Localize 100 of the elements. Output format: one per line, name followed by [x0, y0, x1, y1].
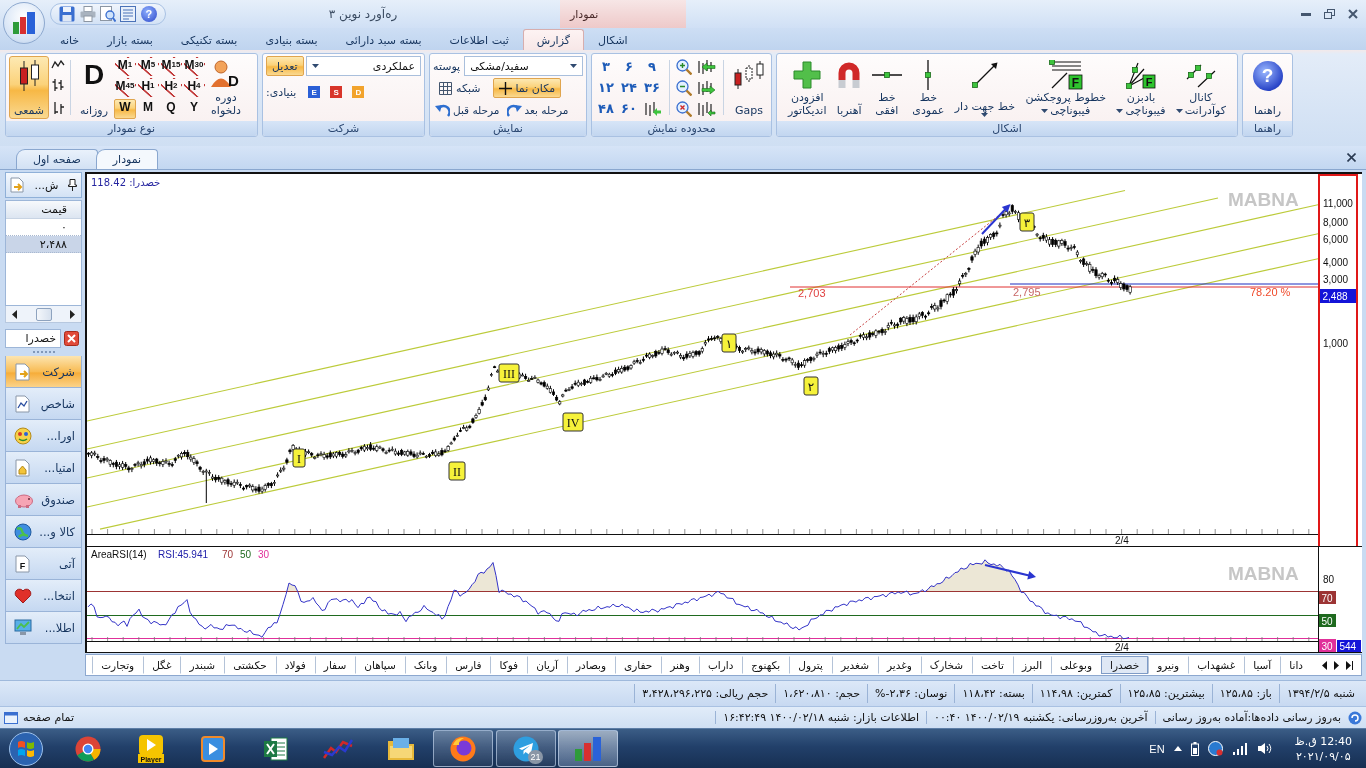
range-button[interactable]: ۶۰ — [618, 98, 640, 119]
range-bars-icon[interactable] — [643, 100, 661, 117]
caret-icon[interactable] — [1116, 108, 1124, 113]
range-button[interactable]: ۳ — [595, 56, 617, 77]
symbol-tab[interactable]: فولاد — [275, 656, 315, 674]
caret-icon[interactable] — [981, 113, 989, 117]
symbol-tab[interactable]: تاخت — [972, 656, 1013, 674]
ohlc-bars-icon[interactable] — [51, 78, 65, 93]
period-button[interactable]: Y — [183, 98, 205, 119]
symbol-tab[interactable]: وبانک — [404, 656, 447, 674]
adjust-button[interactable]: تعدیل — [266, 56, 304, 76]
print-icon[interactable] — [79, 6, 96, 22]
ribbon-tab[interactable]: گزارش — [522, 29, 584, 50]
range-button[interactable]: ۶ — [618, 56, 640, 77]
fullscreen-label[interactable]: تمام صفحه — [23, 711, 74, 724]
line-chart-icon[interactable] — [51, 60, 65, 71]
drawing-tool-button[interactable]: خط افقی — [868, 56, 905, 119]
symbol-tab[interactable]: وبوعلی — [1051, 656, 1102, 674]
zoom-reset-icon[interactable] — [676, 100, 692, 117]
print-preview-icon[interactable] — [99, 6, 116, 22]
drawing-tool-button[interactable]: خط جهت دار — [951, 56, 1018, 119]
range-button[interactable]: ۲۴ — [618, 77, 640, 98]
nav-button[interactable]: شاخص — [5, 388, 82, 420]
symbol-tab[interactable]: پترول — [789, 656, 832, 674]
symbol-tab[interactable]: البرز — [1012, 656, 1052, 674]
symbol-tab[interactable]: وهنر — [661, 656, 699, 674]
nav-button[interactable]: صندوق — [5, 484, 82, 516]
scroll-left-icon[interactable] — [12, 309, 17, 319]
pin-icon[interactable] — [68, 179, 77, 191]
close-icon[interactable] — [1347, 153, 1356, 162]
drawing-tool-button[interactable]: خط عمودی — [909, 56, 948, 119]
save-icon[interactable] — [59, 6, 76, 22]
report-type-select[interactable]: عملکردی — [305, 56, 421, 76]
symbol-tab[interactable]: سفار — [314, 656, 356, 674]
caret-icon[interactable] — [311, 64, 319, 68]
restore-icon[interactable] — [1324, 9, 1335, 19]
zoom-in-icon[interactable] — [676, 58, 692, 75]
symbol-search-field[interactable]: خصدرا — [5, 329, 61, 348]
candlestick-chart-button[interactable]: شمعی — [9, 56, 49, 119]
symbol-tab[interactable]: فوکا — [490, 656, 528, 674]
range-button[interactable]: ۱۲ — [595, 77, 617, 98]
drawing-tool-button[interactable]: کانال کوآدرانت — [1172, 56, 1229, 119]
symbol-tab[interactable]: شبندر — [180, 656, 225, 674]
application-button[interactable] — [3, 2, 45, 44]
drawing-tool-button[interactable]: افزودن اندیکاتور — [785, 56, 830, 119]
caret-icon[interactable] — [1041, 108, 1049, 113]
scroll-forward-icon[interactable] — [696, 79, 716, 96]
symbol-tab[interactable]: وبصادر — [566, 656, 615, 674]
ribbon-tab[interactable]: بسته تکنیکی — [166, 29, 252, 50]
grid-toggle[interactable]: شبکه — [433, 78, 487, 98]
symbol-tab[interactable]: وتجارت — [92, 656, 144, 674]
symbol-tab[interactable]: دانا — [1280, 656, 1312, 674]
clock[interactable]: 12:40 ق.ظ ۲۰۲۱/۰۹/۰۵ — [1294, 733, 1352, 764]
ribbon-tab[interactable]: خانه — [46, 29, 94, 50]
range-button[interactable]: ۳۶ — [641, 77, 663, 98]
nav-button[interactable]: انتخا... — [5, 580, 82, 612]
ribbon-tab[interactable]: ثبت اطلاعات — [435, 29, 523, 50]
scroll-right-icon[interactable] — [70, 309, 75, 319]
nav-button[interactable]: امتیا... — [5, 452, 82, 484]
horizontal-scrollbar[interactable] — [5, 306, 82, 323]
symbol-tab[interactable]: خصدرا — [1101, 656, 1149, 674]
cursor-toggle[interactable]: مکان نما — [492, 78, 562, 98]
gaps-button[interactable]: Gaps — [730, 56, 768, 119]
minimize-icon[interactable] — [1301, 12, 1311, 16]
language-indicator[interactable]: EN — [1149, 742, 1165, 755]
symbol-tab[interactable]: غگل — [143, 656, 181, 674]
period-button[interactable]: W — [114, 98, 136, 119]
range-button[interactable]: ۹ — [641, 56, 663, 77]
symbol-tab[interactable]: وغدیر — [877, 656, 921, 674]
document-tab[interactable]: صفحه اول — [16, 149, 98, 169]
scroll-right-icon[interactable] — [1334, 660, 1339, 670]
ribbon-tab[interactable]: بسته بازار — [93, 29, 167, 50]
nav-button[interactable]: شرکت — [5, 356, 82, 388]
symbol-tab[interactable]: شخارک — [920, 656, 972, 674]
nav-button[interactable]: اورا... — [5, 420, 82, 452]
symbol-tab[interactable]: بکهنوج — [742, 656, 790, 674]
fit-bars-icon[interactable] — [696, 100, 716, 117]
close-icon[interactable] — [1348, 9, 1358, 19]
symbol-tab[interactable]: فارس — [446, 656, 491, 674]
scroll-left-icon[interactable] — [1322, 660, 1327, 670]
show-hidden-icons-icon[interactable] — [1173, 746, 1182, 751]
nav-button[interactable]: اطلا... — [5, 612, 82, 644]
symbol-tab[interactable]: شغدیر — [831, 656, 878, 674]
speaker-icon[interactable] — [1256, 742, 1272, 755]
ribbon-tab[interactable]: اشکال — [583, 29, 642, 50]
signal-bars-icon[interactable] — [1231, 741, 1248, 756]
help-button[interactable]: ? راهنما — [1246, 56, 1289, 119]
ribbon-tab[interactable]: بسته سبد دارائی — [331, 29, 436, 50]
scroll-back-icon[interactable] — [696, 58, 716, 75]
symbol-tab[interactable]: حفاری — [615, 656, 662, 674]
scrollbar-thumb[interactable] — [35, 307, 52, 321]
symbol-tab[interactable]: آریان — [527, 656, 567, 674]
list-row[interactable]: ۲،۴۸۸ — [6, 236, 81, 253]
letter-badge[interactable]: E — [308, 86, 321, 98]
period-button[interactable]: M — [137, 98, 159, 119]
zoom-out-icon[interactable] — [676, 79, 692, 96]
theme-select[interactable]: سفید/مشکی — [464, 56, 583, 76]
scroll-end-icon[interactable] — [1346, 660, 1353, 670]
symbol-tab[interactable]: حکشتی — [224, 656, 276, 674]
undo-button[interactable]: مرحله قبل — [433, 100, 502, 120]
